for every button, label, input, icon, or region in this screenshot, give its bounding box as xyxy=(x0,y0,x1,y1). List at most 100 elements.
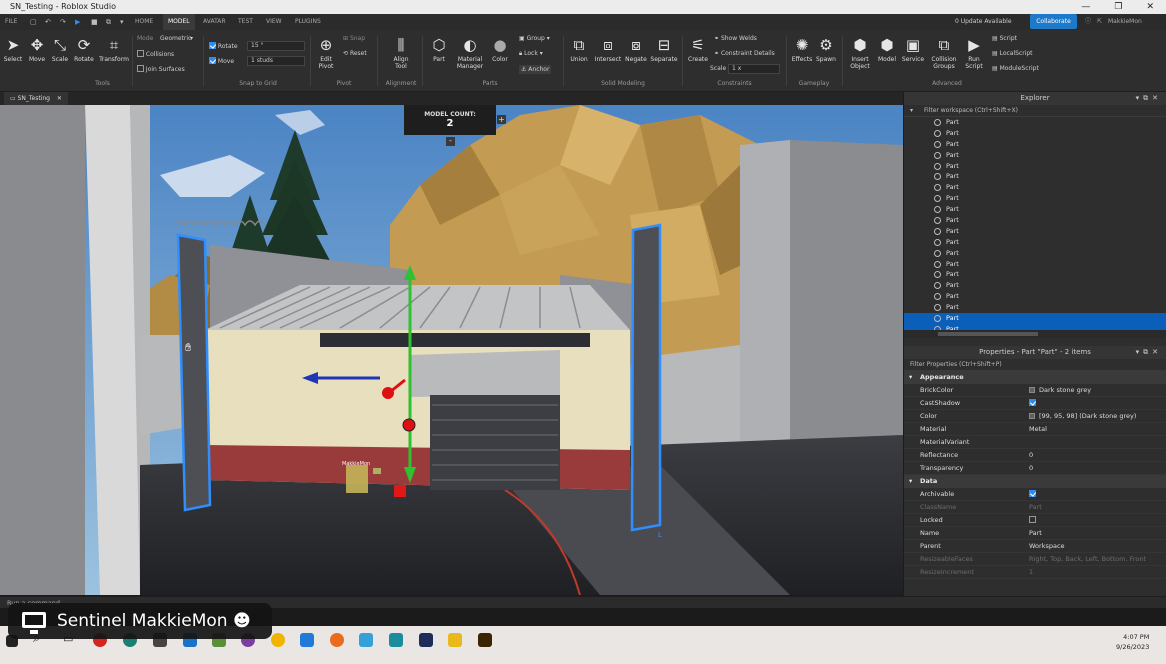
maximize-icon[interactable]: ❐ xyxy=(1114,0,1122,14)
property-row[interactable]: Color [99, 95, 98] (Dark stone grey) xyxy=(904,410,1166,423)
section-data[interactable]: ▾ Data xyxy=(904,475,1166,488)
module-script-button[interactable]: ▤ ModuleScript xyxy=(992,65,1039,72)
close-icon[interactable]: ✕ xyxy=(1146,0,1154,14)
undo-icon[interactable]: ↶ xyxy=(45,18,51,26)
tab-plugins[interactable]: PLUGINS xyxy=(290,14,326,30)
align-tool-button[interactable]: ⫼ Align Tool xyxy=(388,36,414,70)
anchor-button[interactable]: ⚓︎ Anchor xyxy=(519,65,552,74)
part-button[interactable]: ⬡ Part xyxy=(428,36,450,63)
save-icon[interactable]: ▢ xyxy=(30,18,37,26)
panel-controls[interactable]: ▾⧉✕ xyxy=(1136,92,1162,105)
model-count-decrease-button[interactable]: - xyxy=(446,137,455,146)
app-icon[interactable] xyxy=(448,633,462,647)
local-script-button[interactable]: ▤ LocalScript xyxy=(992,50,1033,57)
explorer-item[interactable]: Part xyxy=(904,161,1166,172)
property-row[interactable]: Reflectance 0 xyxy=(904,449,1166,462)
app-icon[interactable] xyxy=(359,633,373,647)
property-row[interactable]: CastShadow xyxy=(904,397,1166,410)
tab-test[interactable]: TEST xyxy=(233,14,258,30)
join-surfaces-toggle[interactable]: Join Surfaces xyxy=(137,65,185,73)
explorer-filter-input[interactable]: ▾ Filter workspace (Ctrl+Shift+X) xyxy=(904,105,1166,117)
explorer-item[interactable]: Part xyxy=(904,139,1166,150)
spawn-button[interactable]: ⚙ Spawn xyxy=(814,36,838,63)
tab-model[interactable]: MODEL xyxy=(163,14,195,30)
move-tool[interactable]: ✥ Move xyxy=(26,36,48,63)
chevron-down-icon[interactable]: ▾ xyxy=(190,35,193,42)
property-row[interactable]: Locked xyxy=(904,514,1166,527)
play-icon[interactable]: ▶ xyxy=(75,18,80,26)
locked-checkbox[interactable] xyxy=(1029,516,1036,523)
illustrator-icon[interactable] xyxy=(478,633,492,647)
section-appearance[interactable]: ▾ Appearance xyxy=(904,371,1166,384)
lock-button[interactable]: 🔒︎ Lock ▾ xyxy=(519,50,543,58)
insert-object-button[interactable]: ⬢ Insert Object xyxy=(846,36,874,70)
window-icon[interactable]: ⧉ xyxy=(106,18,111,27)
explorer-item[interactable]: Part xyxy=(904,182,1166,193)
service-button[interactable]: ▣ Service xyxy=(900,36,926,63)
transform-tool[interactable]: ⌗ Transform xyxy=(98,36,130,63)
explorer-item[interactable]: Part xyxy=(904,259,1166,270)
select-tool[interactable]: ➤ Select xyxy=(3,36,23,63)
property-row[interactable]: Archivable xyxy=(904,488,1166,501)
explorer-item[interactable]: Part xyxy=(904,193,1166,204)
cast-shadow-checkbox[interactable] xyxy=(1029,399,1036,406)
property-row[interactable]: Parent Workspace xyxy=(904,540,1166,553)
model-button[interactable]: ⬢ Model xyxy=(876,36,898,63)
snap-move-checkbox[interactable] xyxy=(209,57,216,64)
roblox-studio-icon[interactable] xyxy=(300,633,314,647)
tab-sn-testing[interactable]: ▭ SN_Testing ✕ xyxy=(4,92,68,105)
scrollbar-thumb[interactable] xyxy=(938,332,1038,336)
run-script-button[interactable]: ▶ Run Script xyxy=(962,36,986,70)
explorer-item[interactable]: Part xyxy=(904,117,1166,128)
negate-button[interactable]: ⧇ Negate xyxy=(624,36,648,63)
chrome-icon[interactable] xyxy=(271,633,285,647)
snap-move-field[interactable]: 1 studs xyxy=(247,56,305,66)
explorer-item[interactable]: Part xyxy=(904,204,1166,215)
pivot-reset[interactable]: ⟲ Reset xyxy=(343,50,367,57)
property-row[interactable]: Material Metal xyxy=(904,423,1166,436)
group-button[interactable]: ▣ Group ▾ xyxy=(519,35,550,42)
rotate-tool[interactable]: ⟳ Rotate xyxy=(72,36,96,63)
color-button[interactable]: ● Color xyxy=(488,36,512,63)
explorer-item[interactable]: Part xyxy=(904,171,1166,182)
show-welds-toggle[interactable]: ⚭ Show Welds xyxy=(714,35,757,42)
explorer-item[interactable]: Part xyxy=(904,313,1166,324)
file-menu[interactable]: FILE xyxy=(0,14,22,30)
explorer-item[interactable]: Part xyxy=(904,237,1166,248)
constraint-details-toggle[interactable]: ⚭ Constraint Details xyxy=(714,50,775,57)
create-constraint-button[interactable]: ⚟ Create xyxy=(686,36,710,63)
material-manager-button[interactable]: ◐ Material Manager xyxy=(454,36,486,70)
constraint-scale-field[interactable]: 1 x xyxy=(728,64,780,74)
effects-button[interactable]: ✺ Effects xyxy=(789,36,815,63)
redo-icon[interactable]: ↷ xyxy=(60,18,66,26)
snap-move-toggle[interactable]: Move xyxy=(209,57,234,65)
explorer-item[interactable]: Part xyxy=(904,248,1166,259)
collaborate-button[interactable]: Collaborate xyxy=(1030,14,1077,29)
3d-viewport[interactable]: MODEL COUNT: 2 + - MakkieMon L ✋︎ xyxy=(0,105,903,595)
horizontal-scrollbar[interactable] xyxy=(904,330,1166,338)
scale-tool[interactable]: ⤡ Scale xyxy=(50,36,70,63)
update-notice[interactable]: 0 Update Available xyxy=(950,14,1017,30)
dropdown-icon[interactable]: ▾ xyxy=(120,18,124,26)
union-button[interactable]: ⧉ Union xyxy=(567,36,591,63)
tab-view[interactable]: VIEW xyxy=(261,14,287,30)
property-row[interactable]: MaterialVariant xyxy=(904,436,1166,449)
user-name[interactable]: MakkieMon xyxy=(1103,14,1147,30)
properties-filter-input[interactable]: Filter Properties (Ctrl+Shift+P) xyxy=(904,359,1166,371)
separate-button[interactable]: ⊟ Separate xyxy=(649,36,679,63)
collisions-checkbox[interactable] xyxy=(137,50,144,57)
archivable-checkbox[interactable] xyxy=(1029,490,1036,497)
collision-groups-button[interactable]: ⧉ Collision Groups xyxy=(928,36,960,70)
model-count-increase-button[interactable]: + xyxy=(497,115,506,124)
join-surfaces-checkbox[interactable] xyxy=(137,65,144,72)
stop-icon[interactable]: ■ xyxy=(91,18,98,26)
minimize-icon[interactable]: — xyxy=(1081,0,1090,14)
intersect-button[interactable]: ⧈ Intersect xyxy=(593,36,623,63)
property-row[interactable]: Transparency 0 xyxy=(904,462,1166,475)
explorer-item[interactable]: Part xyxy=(904,128,1166,139)
panel-controls[interactable]: ▾⧉✕ xyxy=(1136,346,1162,359)
explorer-item[interactable]: Part xyxy=(904,150,1166,161)
snap-rotate-field[interactable]: 15 ° xyxy=(247,41,305,51)
script-button[interactable]: ▤ Script xyxy=(992,35,1017,42)
explorer-item[interactable]: Part xyxy=(904,215,1166,226)
